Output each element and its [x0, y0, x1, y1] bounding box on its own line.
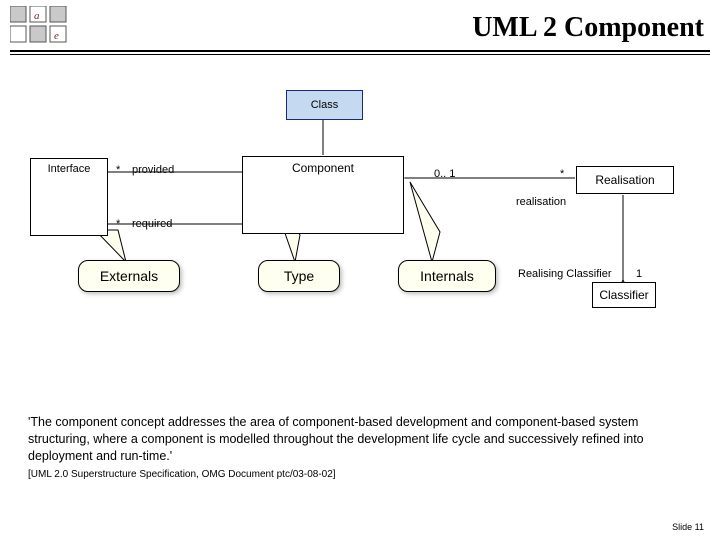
svg-text:a: a	[34, 10, 40, 22]
svg-text:e: e	[54, 30, 59, 42]
label-realisation: realisation	[516, 196, 566, 208]
label-provided: provided	[132, 164, 174, 176]
mult-comp-real-left: 0.. 1	[434, 168, 455, 180]
class-box-interface: Interface	[30, 158, 108, 236]
callout-internals: Internals	[398, 260, 496, 292]
quote-text: 'The component concept addresses the are…	[28, 414, 692, 465]
callout-externals: Externals	[78, 260, 180, 292]
class-box-realisation: Realisation	[576, 166, 674, 194]
mult-comp-real-right: *	[560, 168, 564, 180]
header: a e UML 2 Component	[0, 0, 720, 60]
mult-classifier: 1	[636, 268, 642, 280]
page-title: UML 2 Component	[472, 12, 704, 44]
label-realising-classifier: Realising Classifier	[518, 268, 612, 280]
class-box-component: Component	[242, 156, 404, 234]
mult-provided-star: *	[116, 164, 120, 176]
label-required: required	[132, 218, 172, 230]
logo: a e	[10, 6, 70, 46]
callout-type: Type	[258, 260, 340, 292]
divider	[10, 50, 710, 52]
mult-required-star: *	[116, 218, 120, 230]
citation-text: [UML 2.0 Superstructure Specification, O…	[28, 468, 692, 482]
slide-number: Slide 11	[672, 522, 704, 532]
class-box-class: Class	[286, 90, 363, 120]
divider-thin	[10, 54, 710, 55]
slide: a e UML 2 Component	[0, 0, 720, 540]
class-box-classifier: Classifier	[592, 282, 656, 308]
